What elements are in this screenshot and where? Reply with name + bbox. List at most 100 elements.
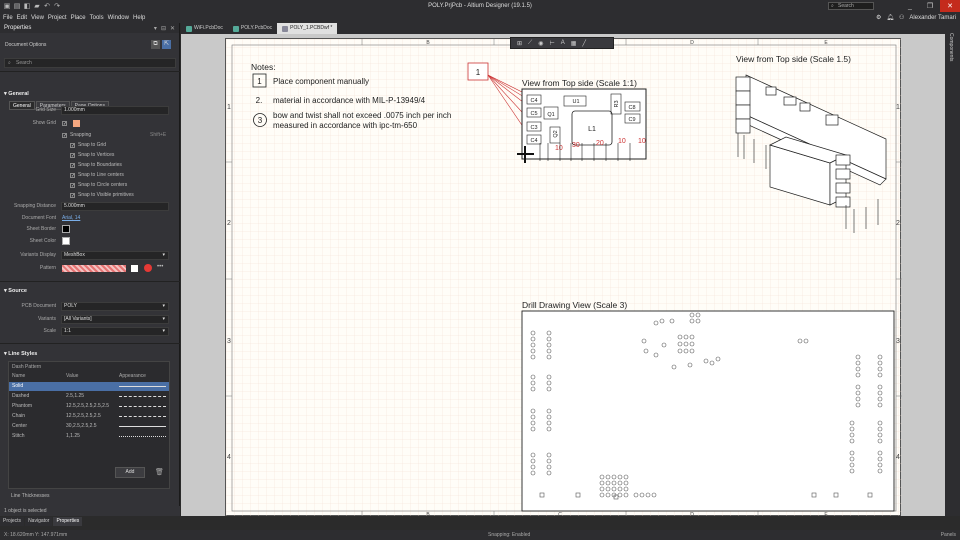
open-icon[interactable]: ◧: [23, 2, 31, 10]
maximize-button[interactable]: ❐: [920, 0, 940, 12]
draw-tool-icon[interactable]: ╱: [582, 40, 586, 47]
tab-navigator[interactable]: Navigator: [25, 517, 53, 526]
sheet-color-swatch[interactable]: [62, 237, 70, 245]
add-button[interactable]: Add: [115, 467, 145, 478]
trash-icon[interactable]: 🗑︎: [155, 468, 164, 476]
properties-panel-header: Properties ▾ ⊟ ✕: [0, 23, 179, 33]
note-3-number: 3: [258, 116, 263, 125]
refdes-c8: C8: [628, 105, 635, 111]
tab-wifi-pcbdoc[interactable]: WiFi.PcbDoc: [181, 23, 228, 34]
sheet-border-swatch[interactable]: [62, 225, 70, 233]
table-row[interactable]: Phantom 12.5,2.5,2.5,2.5,2.5: [9, 402, 169, 411]
col-appearance: Appearance: [119, 373, 146, 379]
properties-panel: Properties ▾ ⊟ ✕ Document Options ⧉ ⇱ ⌕ Se…: [0, 23, 180, 516]
redo-icon[interactable]: ↷: [53, 2, 61, 10]
bell-icon[interactable]: 🔔︎: [886, 14, 894, 21]
tab-projects[interactable]: Projects: [0, 517, 25, 526]
show-grid-checkbox[interactable]: ✓: [62, 121, 67, 127]
note-2-text: material in accordance with MIL-P-13949/…: [273, 96, 426, 105]
folder-icon[interactable]: ▰: [33, 2, 41, 10]
filter-icon[interactable]: ⧉: [151, 40, 160, 49]
pcb-icon: [186, 25, 192, 32]
tab-poly-pcbdwf[interactable]: POLY_1.PCBDwf *: [277, 23, 338, 34]
table-row[interactable]: Dashed 2.5,1.25: [9, 392, 169, 401]
row-label-4-right: 4: [896, 454, 900, 461]
line-tool-icon[interactable]: ⟋: [528, 40, 532, 47]
menu-view[interactable]: View: [31, 15, 44, 21]
user-icon[interactable]: ⚇: [899, 14, 904, 21]
select-icon[interactable]: ⇱: [162, 40, 171, 49]
components-panel-tab[interactable]: Components: [948, 33, 954, 61]
variants-display-select[interactable]: MeshBox ▾: [61, 251, 169, 260]
close-panel-icon[interactable]: ✕: [170, 25, 175, 32]
scale-select[interactable]: 1:1 ▾: [61, 327, 169, 336]
drawing-sheet[interactable]: B C D E B C D E 1 2 3 4 1 2 3 4 Notes: 1…: [225, 38, 902, 516]
document-font-link[interactable]: Arial, 14: [62, 215, 80, 221]
menu-place[interactable]: Place: [71, 15, 86, 21]
drawing-workspace[interactable]: B C D E B C D E 1 2 3 4 1 2 3 4 Notes: 1…: [181, 34, 945, 516]
pattern-swatch[interactable]: [62, 265, 126, 272]
right-side-panel-bar: Components: [945, 23, 960, 516]
table-row[interactable]: Stitch 1,1.25: [9, 432, 169, 441]
pattern-label: Pattern: [39, 265, 56, 271]
top-view-title: View from Top side (Scale 1:1): [522, 78, 637, 88]
close-button[interactable]: ✕: [940, 0, 960, 12]
dim-10c: 10: [638, 138, 646, 145]
save-all-icon[interactable]: ▤: [13, 2, 21, 10]
snap-boundaries-checkbox[interactable]: ✓: [70, 162, 75, 168]
snapping-distance-input[interactable]: 5.000mm: [61, 202, 169, 211]
snap-visible-primitives-checkbox[interactable]: ✓: [70, 192, 75, 198]
minimize-button[interactable]: _: [900, 0, 920, 12]
save-icon[interactable]: ▣: [3, 2, 11, 10]
refdes-q1: Q1: [547, 112, 554, 118]
pattern-color-white[interactable]: [131, 265, 138, 272]
global-search-input[interactable]: ⌕ Search: [828, 2, 874, 10]
line-styles-section-header[interactable]: ▾ Line Styles: [4, 351, 37, 357]
menu-window[interactable]: Window: [108, 15, 129, 21]
menu-edit[interactable]: Edit: [17, 15, 27, 21]
snap-line-centers-checkbox[interactable]: ✓: [70, 172, 75, 178]
undo-icon[interactable]: ↶: [43, 2, 51, 10]
properties-search-input[interactable]: ⌕ Search: [4, 58, 176, 68]
menu-tools[interactable]: Tools: [90, 15, 104, 21]
menu-file[interactable]: File: [3, 15, 13, 21]
panels-button[interactable]: Panels: [941, 532, 956, 538]
grid-size-input[interactable]: 1.000mm: [61, 106, 169, 115]
place-tool-icon[interactable]: ◉: [538, 40, 543, 47]
filter-tool-icon[interactable]: ⊞: [517, 40, 522, 47]
dimension-tool-icon[interactable]: ⊢: [549, 40, 554, 47]
snap-grid-checkbox[interactable]: ✓: [70, 142, 75, 148]
user-name[interactable]: Alexander Tamari: [909, 15, 956, 21]
menu-project[interactable]: Project: [48, 15, 67, 21]
tab-poly-pcbdoc[interactable]: POLY.PcbDoc: [228, 23, 277, 34]
menu-help[interactable]: Help: [133, 15, 145, 21]
snap-circle-centers-checkbox[interactable]: ✓: [70, 182, 75, 188]
tab-properties[interactable]: Properties: [53, 517, 83, 526]
table-tool-icon[interactable]: ▦: [571, 40, 577, 47]
table-row[interactable]: Center 30,2.5,2.5,2.5: [9, 422, 169, 431]
general-section-header[interactable]: ▾ General: [4, 91, 29, 97]
dropdown-icon[interactable]: ▾: [154, 25, 157, 32]
snapping-checkbox[interactable]: ✓: [62, 132, 67, 138]
note-3-text: bow and twist shall not exceed .0075 inc…: [273, 111, 451, 120]
pcb-document-select[interactable]: POLY ▾: [61, 302, 169, 311]
document-font-label: Document Font: [21, 215, 56, 221]
more-icon[interactable]: •••: [157, 264, 163, 270]
row-label-1-right: 1: [896, 104, 900, 111]
pattern-color-red[interactable]: [144, 264, 152, 272]
source-section-header[interactable]: ▾ Source: [4, 288, 27, 294]
text-tool-icon[interactable]: A: [561, 40, 565, 46]
chevron-down-icon: ▾: [162, 316, 165, 322]
pin-icon[interactable]: ⊟: [161, 25, 166, 32]
snapping-status: Snapping: Enabled: [488, 532, 531, 538]
gear-icon[interactable]: ⚙: [876, 14, 881, 21]
search-icon: ⌕: [8, 60, 11, 66]
dim-30: 30: [572, 142, 580, 149]
line-thickness-label[interactable]: Line Thicknesses: [11, 493, 50, 499]
grid-color-swatch[interactable]: [73, 120, 80, 127]
snap-vertices-checkbox[interactable]: ✓: [70, 152, 75, 158]
table-row[interactable]: Chain 12.5,2.5,2.5,2.5: [9, 412, 169, 421]
variants-select[interactable]: [All Variants] ▾: [61, 315, 169, 324]
refdes-c4b: C4: [530, 138, 537, 144]
table-row[interactable]: Solid: [9, 382, 169, 391]
